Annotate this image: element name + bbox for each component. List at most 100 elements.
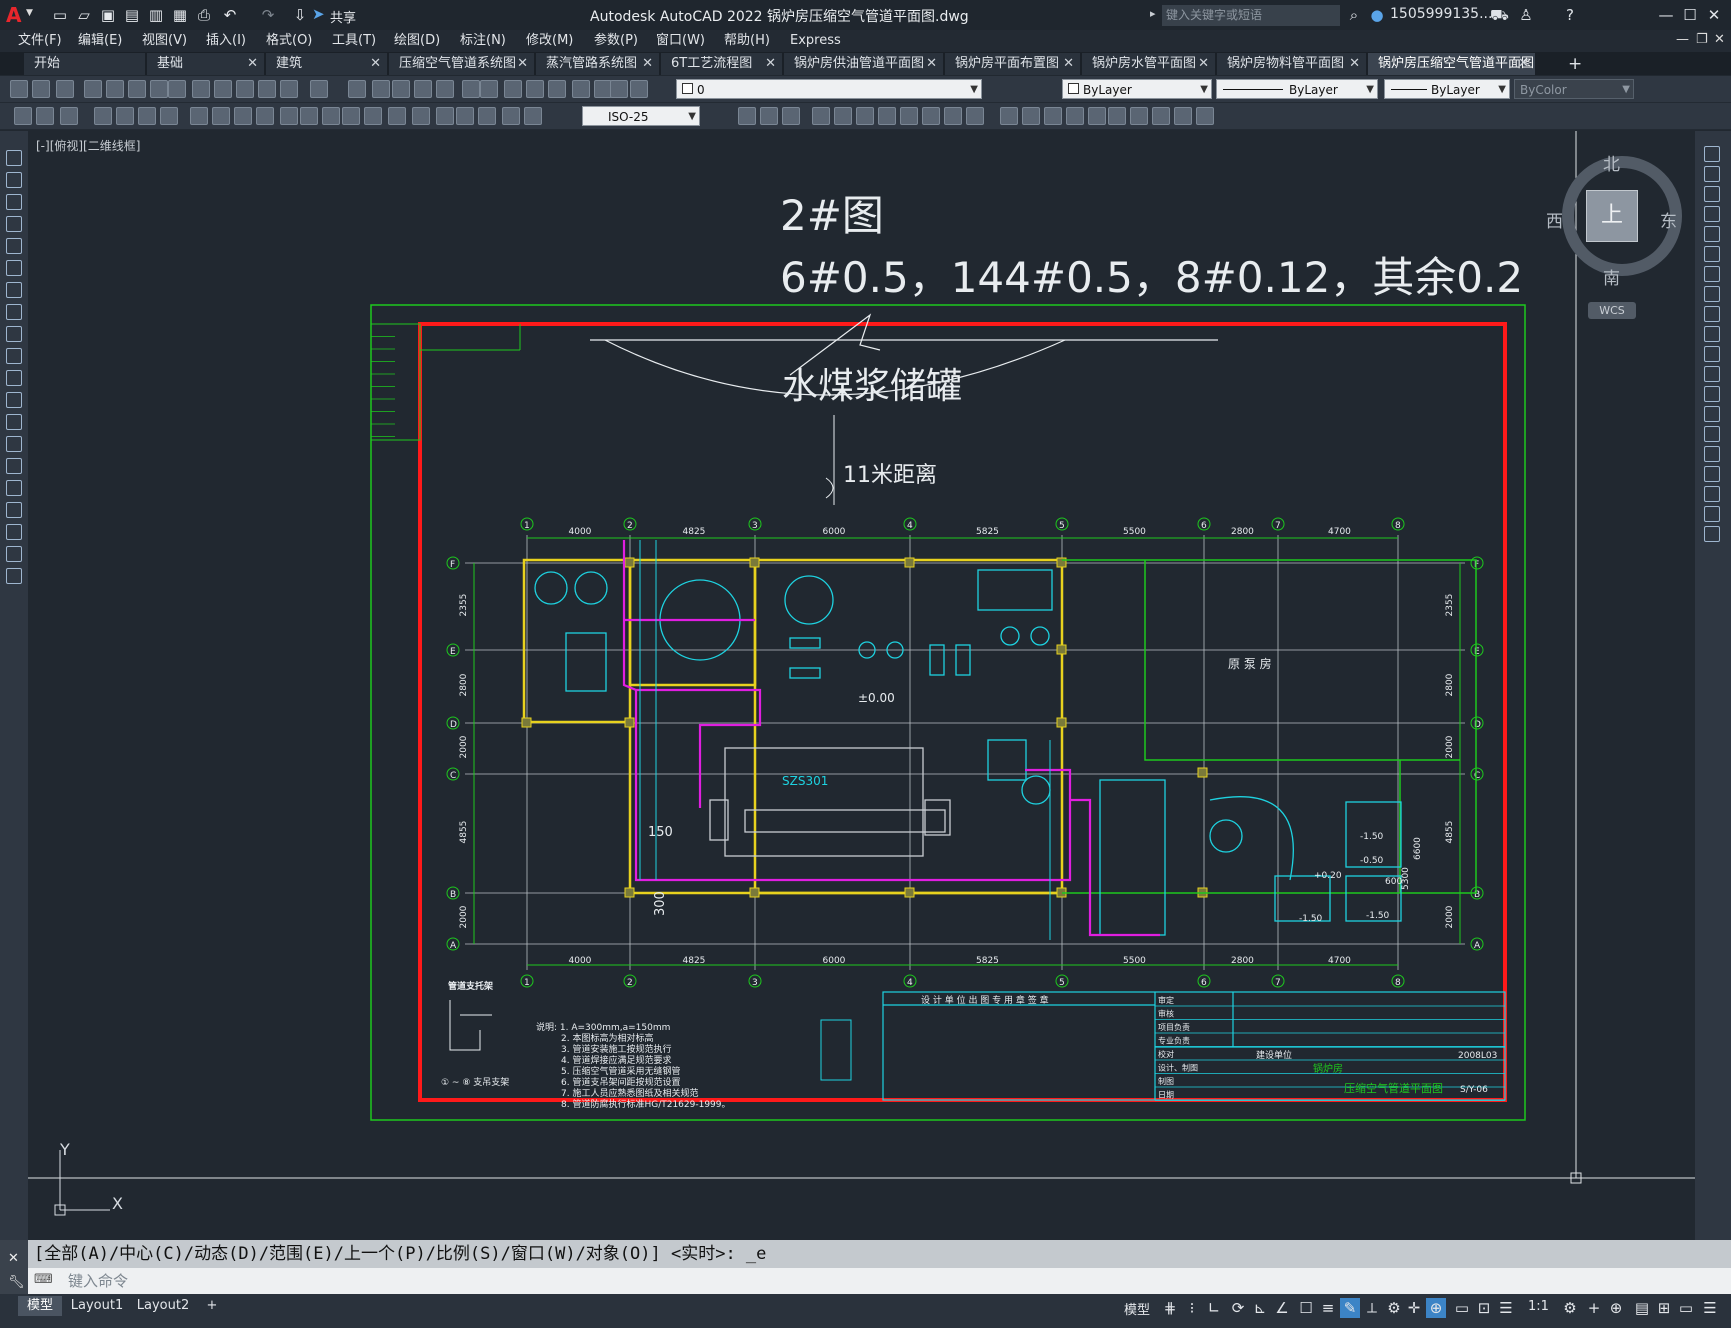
- toolbar-tool-icon[interactable]: [372, 80, 390, 98]
- status-toggle-icon[interactable]: ▭: [1676, 1298, 1696, 1318]
- dimension-tool-icon[interactable]: [478, 107, 496, 125]
- draw-tool-icon[interactable]: [6, 304, 22, 320]
- dimension-tool-icon[interactable]: [364, 107, 382, 125]
- toolbar-tool-icon[interactable]: [526, 80, 544, 98]
- toolbar-tool-icon[interactable]: [280, 80, 298, 98]
- toolbar-tool-icon[interactable]: [392, 80, 410, 98]
- dimension-tool-icon[interactable]: [524, 107, 542, 125]
- add-layout-icon[interactable]: +: [200, 1296, 224, 1316]
- dimension-tool-icon[interactable]: [212, 107, 230, 125]
- modify-tool-icon[interactable]: [1704, 486, 1720, 502]
- status-toggle-icon[interactable]: ⊡: [1474, 1298, 1494, 1318]
- modify-tool-icon[interactable]: [1704, 186, 1720, 202]
- modify-tool-icon[interactable]: [1704, 206, 1720, 222]
- dimension-tool-icon[interactable]: [256, 107, 274, 125]
- modify-tool-icon[interactable]: [1704, 306, 1720, 322]
- draw-order-tool-icon[interactable]: [1066, 107, 1084, 125]
- tab-model[interactable]: 模型: [18, 1296, 62, 1316]
- modify-tool-icon[interactable]: [1704, 506, 1720, 522]
- draw-order-tool-icon[interactable]: [944, 107, 962, 125]
- draw-order-tool-icon[interactable]: [782, 107, 800, 125]
- status-toggle-icon[interactable]: +: [1584, 1298, 1604, 1318]
- toolbar-tool-icon[interactable]: [32, 80, 50, 98]
- dimension-tool-icon[interactable]: [342, 107, 360, 125]
- draw-tool-icon[interactable]: [6, 524, 22, 540]
- dimension-tool-icon[interactable]: [116, 107, 134, 125]
- status-toggle-icon[interactable]: ✛: [1404, 1298, 1424, 1318]
- status-toggle-icon[interactable]: ⊕: [1606, 1298, 1626, 1318]
- dimension-tool-icon[interactable]: [412, 107, 430, 125]
- customize-command-icon[interactable]: 🔧︎: [8, 1275, 25, 1290]
- modify-tool-icon[interactable]: [1704, 226, 1720, 242]
- modify-tool-icon[interactable]: [1704, 286, 1720, 302]
- dimension-tool-icon[interactable]: [388, 107, 406, 125]
- toolbar-tool-icon[interactable]: [504, 80, 522, 98]
- draw-order-tool-icon[interactable]: [1022, 107, 1040, 125]
- toolbar-tool-icon[interactable]: [56, 80, 74, 98]
- draw-order-tool-icon[interactable]: [1130, 107, 1148, 125]
- draw-tool-icon[interactable]: [6, 502, 22, 518]
- modify-tool-icon[interactable]: [1704, 406, 1720, 422]
- toolbar-tool-icon[interactable]: [548, 80, 566, 98]
- compass-north[interactable]: 北: [1603, 150, 1620, 175]
- toolbar-tool-icon[interactable]: [10, 80, 28, 98]
- draw-order-tool-icon[interactable]: [1088, 107, 1106, 125]
- tab-layout2[interactable]: Layout2: [132, 1296, 194, 1316]
- draw-tool-icon[interactable]: [6, 480, 22, 496]
- modify-tool-icon[interactable]: [1704, 526, 1720, 542]
- draw-tool-icon[interactable]: [6, 458, 22, 474]
- draw-order-tool-icon[interactable]: [900, 107, 918, 125]
- toolbar-tool-icon[interactable]: [214, 80, 232, 98]
- toolbar-tool-icon[interactable]: [168, 80, 186, 98]
- draw-order-tool-icon[interactable]: [834, 107, 852, 125]
- toolbar-tool-icon[interactable]: [436, 80, 454, 98]
- command-prompt-icon[interactable]: ⌨: [34, 1272, 53, 1287]
- dimension-tool-icon[interactable]: [60, 107, 78, 125]
- dimension-tool-icon[interactable]: [436, 107, 454, 125]
- compass-west[interactable]: 西: [1546, 207, 1563, 232]
- draw-tool-icon[interactable]: [6, 150, 22, 166]
- dimension-tool-icon[interactable]: [160, 107, 178, 125]
- status-toggle-icon[interactable]: ⟂: [1362, 1298, 1382, 1318]
- draw-order-tool-icon[interactable]: [1044, 107, 1062, 125]
- draw-order-tool-icon[interactable]: [812, 107, 830, 125]
- status-toggle-icon[interactable]: ⁝: [1182, 1298, 1202, 1318]
- modify-tool-icon[interactable]: [1704, 346, 1720, 362]
- draw-order-tool-icon[interactable]: [1196, 107, 1214, 125]
- status-toggle-icon[interactable]: ≡: [1318, 1298, 1338, 1318]
- draw-tool-icon[interactable]: [6, 238, 22, 254]
- draw-tool-icon[interactable]: [6, 282, 22, 298]
- draw-tool-icon[interactable]: [6, 216, 22, 232]
- compass-east[interactable]: 东: [1660, 207, 1677, 232]
- toolbar-tool-icon[interactable]: [630, 80, 648, 98]
- modify-tool-icon[interactable]: [1704, 386, 1720, 402]
- dimension-tool-icon[interactable]: [502, 107, 520, 125]
- modify-tool-icon[interactable]: [1704, 446, 1720, 462]
- draw-tool-icon[interactable]: [6, 172, 22, 188]
- toolbar-tool-icon[interactable]: [348, 80, 366, 98]
- draw-tool-icon[interactable]: [6, 348, 22, 364]
- status-toggle-icon[interactable]: ∠: [1272, 1298, 1292, 1318]
- draw-order-tool-icon[interactable]: [1108, 107, 1126, 125]
- dimension-tool-icon[interactable]: [300, 107, 318, 125]
- modify-tool-icon[interactable]: [1704, 466, 1720, 482]
- command-input[interactable]: 键入命令: [28, 1268, 1731, 1294]
- draw-tool-icon[interactable]: [6, 260, 22, 276]
- draw-tool-icon[interactable]: [6, 370, 22, 386]
- status-toggle-icon[interactable]: ⚙: [1384, 1298, 1404, 1318]
- dimension-tool-icon[interactable]: [94, 107, 112, 125]
- draw-tool-icon[interactable]: [6, 194, 22, 210]
- toolbar-tool-icon[interactable]: [258, 80, 276, 98]
- status-toggle-icon[interactable]: ⟳: [1228, 1298, 1248, 1318]
- modify-tool-icon[interactable]: [1704, 246, 1720, 262]
- annotation-scale[interactable]: 1:1: [1528, 1299, 1549, 1314]
- status-toggle-icon[interactable]: ☐: [1296, 1298, 1316, 1318]
- modify-tool-icon[interactable]: [1704, 426, 1720, 442]
- compass-south[interactable]: 南: [1603, 264, 1620, 289]
- toolbar-tool-icon[interactable]: [414, 80, 432, 98]
- draw-tool-icon[interactable]: [6, 436, 22, 452]
- dimension-tool-icon[interactable]: [138, 107, 156, 125]
- dimension-tool-icon[interactable]: [36, 107, 54, 125]
- draw-order-tool-icon[interactable]: [966, 107, 984, 125]
- status-toggle-icon[interactable]: ✎: [1340, 1298, 1360, 1318]
